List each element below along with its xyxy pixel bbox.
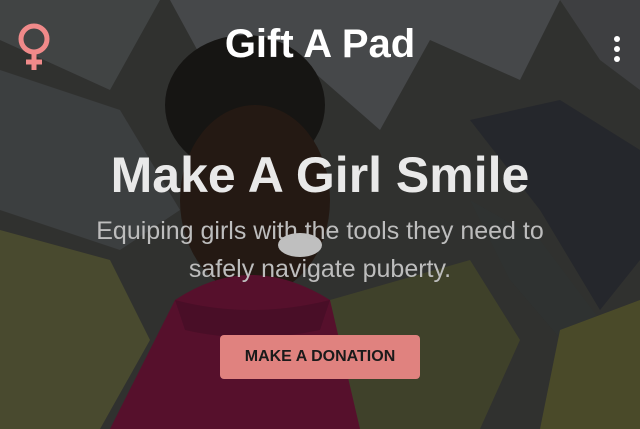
more-vertical-icon[interactable] bbox=[612, 36, 622, 62]
top-bar: Gift A Pad bbox=[0, 0, 640, 92]
hero-headline: Make A Girl Smile bbox=[110, 147, 530, 203]
hero-section: Gift A Pad Make A Girl Smile Equiping gi… bbox=[0, 0, 640, 429]
app-title: Gift A Pad bbox=[224, 22, 416, 66]
hero-subtitle: Equiping girls with the tools they need … bbox=[96, 217, 544, 283]
make-donation-button[interactable]: MAKE A DONATION bbox=[220, 335, 420, 379]
